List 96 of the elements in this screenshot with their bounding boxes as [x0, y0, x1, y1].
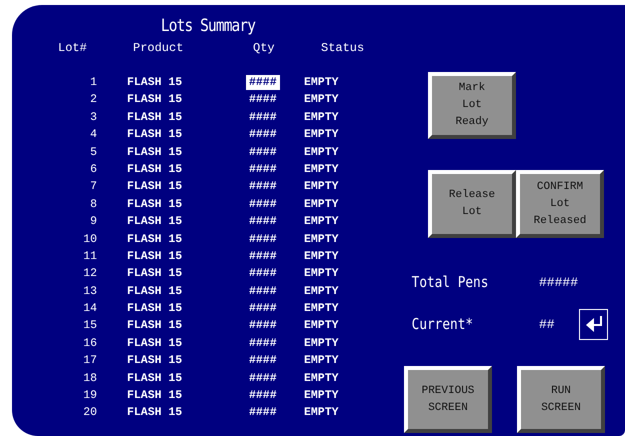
status-text: EMPTY — [304, 266, 340, 282]
status-text: EMPTY — [304, 318, 340, 334]
quantity-field[interactable]: #### — [246, 162, 280, 177]
lot-number: 1 — [89, 75, 97, 91]
lot-number: 9 — [89, 214, 97, 230]
product-name: FLASH 15 — [126, 92, 184, 108]
product-name: FLASH 15 — [126, 318, 184, 334]
status-text: EMPTY — [304, 232, 340, 248]
quantity-field[interactable]: #### — [246, 336, 280, 351]
lot-number: 4 — [89, 127, 97, 144]
counter-label: Total Pens — [410, 273, 490, 291]
status-text: EMPTY — [304, 92, 340, 108]
lot-number: 19 — [82, 388, 97, 404]
lot-number: 5 — [89, 144, 97, 161]
product-name: FLASH 15 — [126, 388, 184, 404]
quantity-field[interactable]: #### — [246, 284, 280, 299]
quantity-field[interactable]: #### — [246, 301, 280, 316]
run-screen-button[interactable]: RUN SCREEN — [517, 366, 605, 433]
status-text: EMPTY — [304, 284, 340, 300]
counter-label: Current* — [410, 315, 474, 333]
quantity-field[interactable]: #### — [246, 92, 280, 108]
mark-lot-ready-button[interactable]: Mark Lot Ready — [428, 72, 516, 139]
lot-number: 12 — [82, 266, 97, 282]
status-text: EMPTY — [304, 388, 340, 404]
product-name: FLASH 15 — [126, 196, 184, 213]
release-button[interactable]: Release Lot — [428, 170, 516, 238]
enter-button[interactable] — [579, 308, 608, 340]
lot-number: 17 — [82, 353, 97, 370]
lot-number: 3 — [89, 110, 97, 126]
quantity-field[interactable]: #### — [246, 75, 280, 90]
screen-title: Lots Summary — [160, 15, 256, 38]
product-name: FLASH 15 — [126, 162, 184, 178]
confirm-button[interactable]: CONFIRM Lot Released — [516, 170, 604, 238]
status-text: EMPTY — [304, 196, 340, 213]
product-name: FLASH 15 — [126, 232, 184, 248]
lot-number: 10 — [82, 232, 97, 248]
quantity-field[interactable]: #### — [246, 144, 280, 160]
quantity-field[interactable]: #### — [246, 388, 280, 404]
quantity-field[interactable]: #### — [246, 353, 280, 368]
lot-number: 14 — [82, 301, 97, 318]
lot-number: 20 — [82, 405, 97, 422]
status-text: EMPTY — [304, 144, 340, 161]
status-text: EMPTY — [304, 75, 340, 91]
lot-number: 8 — [89, 196, 97, 213]
product-name: FLASH 15 — [126, 405, 184, 422]
status-text: EMPTY — [304, 214, 340, 230]
lot-number: 11 — [82, 248, 97, 265]
counter-value: ## — [539, 316, 556, 332]
product-name: FLASH 15 — [126, 353, 184, 370]
quantity-field[interactable]: #### — [246, 405, 280, 420]
quantity-field[interactable]: #### — [246, 127, 280, 142]
product-name: FLASH 15 — [126, 127, 184, 144]
product-name: FLASH 15 — [126, 179, 184, 196]
lot-number: 18 — [82, 370, 97, 387]
status-text: EMPTY — [304, 336, 340, 352]
status-text: EMPTY — [304, 179, 340, 196]
column-header: Qty — [252, 41, 276, 57]
lot-number: 13 — [82, 284, 97, 300]
status-text: EMPTY — [304, 248, 340, 265]
product-name: FLASH 15 — [126, 110, 184, 126]
column-header: Lot# — [57, 41, 88, 57]
quantity-field[interactable]: #### — [246, 214, 280, 230]
column-header: Status — [320, 41, 366, 57]
quantity-field[interactable]: #### — [246, 196, 280, 212]
status-text: EMPTY — [304, 127, 340, 144]
quantity-field[interactable]: #### — [246, 370, 280, 386]
status-text: EMPTY — [304, 162, 340, 178]
product-name: FLASH 15 — [126, 144, 184, 161]
product-name: FLASH 15 — [126, 301, 184, 318]
product-name: FLASH 15 — [126, 266, 184, 282]
quantity-field[interactable]: #### — [246, 232, 280, 247]
product-name: FLASH 15 — [126, 248, 184, 265]
counter-value: ##### — [539, 274, 579, 290]
quantity-field[interactable]: #### — [246, 318, 280, 334]
previous-screen-button[interactable]: PREVIOUS SCREEN — [404, 366, 492, 433]
status-text: EMPTY — [304, 405, 340, 422]
lot-number: 15 — [82, 318, 97, 334]
product-name: FLASH 15 — [126, 370, 184, 387]
quantity-field[interactable]: #### — [246, 266, 280, 282]
lot-number: 6 — [89, 162, 97, 178]
status-text: EMPTY — [304, 110, 340, 126]
status-text: EMPTY — [304, 370, 340, 387]
quantity-field[interactable]: #### — [246, 179, 280, 194]
column-header: Product — [132, 41, 184, 57]
lot-number: 16 — [82, 336, 97, 352]
product-name: FLASH 15 — [126, 284, 184, 300]
quantity-field[interactable]: #### — [246, 248, 280, 264]
lot-number: 7 — [89, 179, 97, 196]
lot-number: 2 — [89, 92, 97, 108]
product-name: FLASH 15 — [126, 336, 184, 352]
quantity-field[interactable]: #### — [246, 110, 280, 125]
product-name: FLASH 15 — [126, 214, 184, 230]
status-text: EMPTY — [304, 353, 340, 370]
enter-arrow-icon — [584, 314, 604, 334]
status-text: EMPTY — [304, 301, 340, 318]
product-name: FLASH 15 — [126, 75, 184, 91]
